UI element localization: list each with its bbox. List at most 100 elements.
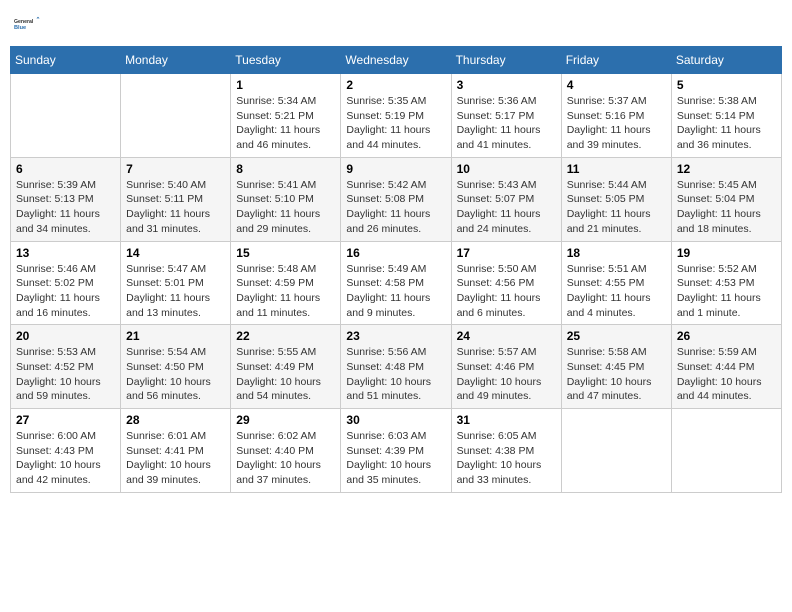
cell-content: Sunrise: 5:50 AM Sunset: 4:56 PM Dayligh… bbox=[457, 262, 556, 321]
calendar-cell: 31Sunrise: 6:05 AM Sunset: 4:38 PM Dayli… bbox=[451, 409, 561, 493]
day-number: 24 bbox=[457, 329, 556, 343]
calendar-cell: 21 Sunrise: 5:54 AM Sunset: 4:50 PM Dayli… bbox=[121, 325, 231, 409]
cell-content: Sunrise: 5:56 AM Sunset: 4:48 PM Dayligh… bbox=[346, 345, 445, 404]
weekday-header: Monday bbox=[121, 47, 231, 74]
calendar-cell: 1Sunrise: 5:34 AM Sunset: 5:21 PM Daylig… bbox=[231, 74, 341, 158]
weekday-header: Saturday bbox=[671, 47, 781, 74]
cell-content: Sunrise: 5:34 AM Sunset: 5:21 PM Dayligh… bbox=[236, 94, 335, 153]
calendar-cell: 30 Sunrise: 6:03 AM Sunset: 4:39 PM Dayli… bbox=[341, 409, 451, 493]
cell-content: Sunrise: 5:36 AM Sunset: 5:17 PM Dayligh… bbox=[457, 94, 556, 153]
cell-content: Sunrise: 5:38 AM Sunset: 5:14 PM Dayligh… bbox=[677, 94, 776, 153]
day-number: 29 bbox=[236, 413, 335, 427]
day-number: 23 bbox=[346, 329, 445, 343]
calendar-cell: 22 Sunrise: 5:55 AM Sunset: 4:49 PM Dayli… bbox=[231, 325, 341, 409]
cell-content: Sunrise: 5:44 AM Sunset: 5:05 PM Dayligh… bbox=[567, 178, 666, 237]
calendar-cell: 11Sunrise: 5:44 AM Sunset: 5:05 PM Dayli… bbox=[561, 157, 671, 241]
calendar-cell: 14 Sunrise: 5:47 AM Sunset: 5:01 PM Dayli… bbox=[121, 241, 231, 325]
cell-content: Sunrise: 5:52 AM Sunset: 4:53 PM Dayligh… bbox=[677, 262, 776, 321]
calendar-cell: 6 Sunrise: 5:39 AM Sunset: 5:13 PM Daylig… bbox=[11, 157, 121, 241]
calendar-table: SundayMondayTuesdayWednesdayThursdayFrid… bbox=[10, 46, 782, 493]
cell-content: Sunrise: 6:03 AM Sunset: 4:39 PM Dayligh… bbox=[346, 429, 445, 488]
day-number: 2 bbox=[346, 78, 445, 92]
calendar-cell: 2 Sunrise: 5:35 AM Sunset: 5:19 PM Daylig… bbox=[341, 74, 451, 158]
cell-content: Sunrise: 5:53 AM Sunset: 4:52 PM Dayligh… bbox=[16, 345, 115, 404]
day-number: 22 bbox=[236, 329, 335, 343]
day-number: 3 bbox=[457, 78, 556, 92]
calendar-cell bbox=[671, 409, 781, 493]
calendar-cell: 25Sunrise: 5:58 AM Sunset: 4:45 PM Dayli… bbox=[561, 325, 671, 409]
calendar-cell: 4 Sunrise: 5:37 AM Sunset: 5:16 PM Daylig… bbox=[561, 74, 671, 158]
calendar-cell: 27 Sunrise: 6:00 AM Sunset: 4:43 PM Dayli… bbox=[11, 409, 121, 493]
calendar-cell: 8Sunrise: 5:41 AM Sunset: 5:10 PM Daylig… bbox=[231, 157, 341, 241]
svg-text:Blue: Blue bbox=[14, 25, 26, 31]
day-number: 18 bbox=[567, 246, 666, 260]
cell-content: Sunrise: 5:41 AM Sunset: 5:10 PM Dayligh… bbox=[236, 178, 335, 237]
day-number: 21 bbox=[126, 329, 225, 343]
calendar-week-row: 1Sunrise: 5:34 AM Sunset: 5:21 PM Daylig… bbox=[11, 74, 782, 158]
weekday-header: Wednesday bbox=[341, 47, 451, 74]
calendar-cell: 19 Sunrise: 5:52 AM Sunset: 4:53 PM Dayli… bbox=[671, 241, 781, 325]
cell-content: Sunrise: 5:47 AM Sunset: 5:01 PM Dayligh… bbox=[126, 262, 225, 321]
cell-content: Sunrise: 5:48 AM Sunset: 4:59 PM Dayligh… bbox=[236, 262, 335, 321]
cell-content: Sunrise: 5:46 AM Sunset: 5:02 PM Dayligh… bbox=[16, 262, 115, 321]
cell-content: Sunrise: 6:01 AM Sunset: 4:41 PM Dayligh… bbox=[126, 429, 225, 488]
calendar-cell bbox=[11, 74, 121, 158]
cell-content: Sunrise: 5:39 AM Sunset: 5:13 PM Dayligh… bbox=[16, 178, 115, 237]
calendar-cell: 9 Sunrise: 5:42 AM Sunset: 5:08 PM Daylig… bbox=[341, 157, 451, 241]
cell-content: Sunrise: 6:05 AM Sunset: 4:38 PM Dayligh… bbox=[457, 429, 556, 488]
cell-content: Sunrise: 5:42 AM Sunset: 5:08 PM Dayligh… bbox=[346, 178, 445, 237]
cell-content: Sunrise: 5:57 AM Sunset: 4:46 PM Dayligh… bbox=[457, 345, 556, 404]
calendar-cell: 13Sunrise: 5:46 AM Sunset: 5:02 PM Dayli… bbox=[11, 241, 121, 325]
cell-content: Sunrise: 5:59 AM Sunset: 4:44 PM Dayligh… bbox=[677, 345, 776, 404]
calendar-cell: 29 Sunrise: 6:02 AM Sunset: 4:40 PM Dayli… bbox=[231, 409, 341, 493]
cell-content: Sunrise: 5:35 AM Sunset: 5:19 PM Dayligh… bbox=[346, 94, 445, 153]
day-number: 6 bbox=[16, 162, 115, 176]
day-number: 25 bbox=[567, 329, 666, 343]
day-number: 19 bbox=[677, 246, 776, 260]
day-number: 14 bbox=[126, 246, 225, 260]
cell-content: Sunrise: 5:45 AM Sunset: 5:04 PM Dayligh… bbox=[677, 178, 776, 237]
day-number: 12 bbox=[677, 162, 776, 176]
day-number: 27 bbox=[16, 413, 115, 427]
day-number: 28 bbox=[126, 413, 225, 427]
calendar-cell: 7 Sunrise: 5:40 AM Sunset: 5:11 PM Daylig… bbox=[121, 157, 231, 241]
calendar-cell: 3 Sunrise: 5:36 AM Sunset: 5:17 PM Daylig… bbox=[451, 74, 561, 158]
weekday-header: Sunday bbox=[11, 47, 121, 74]
logo: General Blue bbox=[14, 10, 42, 38]
calendar-cell: 15 Sunrise: 5:48 AM Sunset: 4:59 PM Dayli… bbox=[231, 241, 341, 325]
cell-content: Sunrise: 5:43 AM Sunset: 5:07 PM Dayligh… bbox=[457, 178, 556, 237]
logo-icon: General Blue bbox=[14, 10, 42, 38]
cell-content: Sunrise: 5:54 AM Sunset: 4:50 PM Dayligh… bbox=[126, 345, 225, 404]
day-number: 30 bbox=[346, 413, 445, 427]
weekday-header: Tuesday bbox=[231, 47, 341, 74]
calendar-cell: 20 Sunrise: 5:53 AM Sunset: 4:52 PM Dayli… bbox=[11, 325, 121, 409]
calendar-week-row: 20 Sunrise: 5:53 AM Sunset: 4:52 PM Dayli… bbox=[11, 325, 782, 409]
calendar-cell bbox=[121, 74, 231, 158]
weekday-header: Thursday bbox=[451, 47, 561, 74]
calendar-cell: 24 Sunrise: 5:57 AM Sunset: 4:46 PM Dayli… bbox=[451, 325, 561, 409]
page-header: General Blue bbox=[10, 10, 782, 38]
cell-content: Sunrise: 5:55 AM Sunset: 4:49 PM Dayligh… bbox=[236, 345, 335, 404]
calendar-week-row: 13Sunrise: 5:46 AM Sunset: 5:02 PM Dayli… bbox=[11, 241, 782, 325]
calendar-cell bbox=[561, 409, 671, 493]
calendar-cell: 10 Sunrise: 5:43 AM Sunset: 5:07 PM Dayli… bbox=[451, 157, 561, 241]
calendar-cell: 18 Sunrise: 5:51 AM Sunset: 4:55 PM Dayli… bbox=[561, 241, 671, 325]
cell-content: Sunrise: 6:00 AM Sunset: 4:43 PM Dayligh… bbox=[16, 429, 115, 488]
cell-content: Sunrise: 6:02 AM Sunset: 4:40 PM Dayligh… bbox=[236, 429, 335, 488]
calendar-cell: 16Sunrise: 5:49 AM Sunset: 4:58 PM Dayli… bbox=[341, 241, 451, 325]
cell-content: Sunrise: 5:40 AM Sunset: 5:11 PM Dayligh… bbox=[126, 178, 225, 237]
calendar-cell: 17Sunrise: 5:50 AM Sunset: 4:56 PM Dayli… bbox=[451, 241, 561, 325]
calendar-header-row: SundayMondayTuesdayWednesdayThursdayFrid… bbox=[11, 47, 782, 74]
svg-text:General: General bbox=[14, 19, 34, 25]
day-number: 9 bbox=[346, 162, 445, 176]
day-number: 20 bbox=[16, 329, 115, 343]
calendar-cell: 26Sunrise: 5:59 AM Sunset: 4:44 PM Dayli… bbox=[671, 325, 781, 409]
day-number: 4 bbox=[567, 78, 666, 92]
cell-content: Sunrise: 5:37 AM Sunset: 5:16 PM Dayligh… bbox=[567, 94, 666, 153]
cell-content: Sunrise: 5:51 AM Sunset: 4:55 PM Dayligh… bbox=[567, 262, 666, 321]
day-number: 7 bbox=[126, 162, 225, 176]
cell-content: Sunrise: 5:49 AM Sunset: 4:58 PM Dayligh… bbox=[346, 262, 445, 321]
day-number: 15 bbox=[236, 246, 335, 260]
calendar-cell: 23 Sunrise: 5:56 AM Sunset: 4:48 PM Dayli… bbox=[341, 325, 451, 409]
day-number: 10 bbox=[457, 162, 556, 176]
